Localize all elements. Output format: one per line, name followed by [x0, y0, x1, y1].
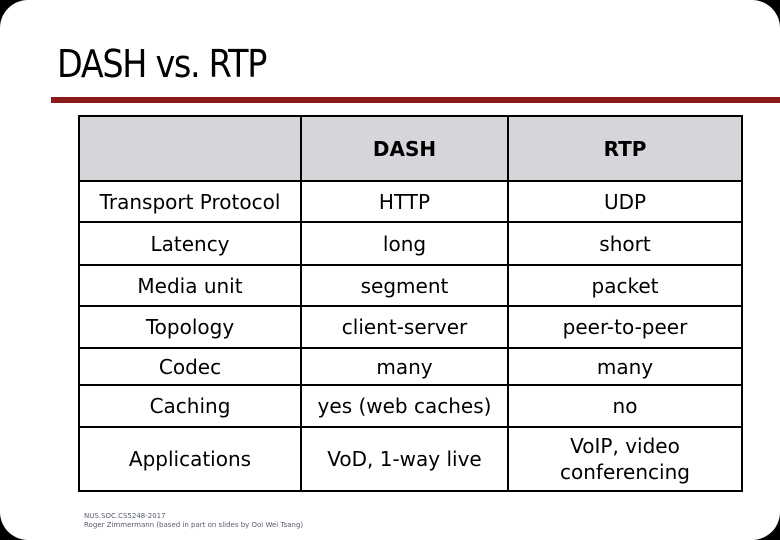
rtp-cell: no — [507, 384, 743, 428]
table-row: Codec many many — [78, 347, 743, 386]
rtp-cell: short — [507, 221, 743, 266]
row-label: Latency — [78, 221, 302, 266]
rtp-cell: UDP — [507, 180, 743, 223]
rtp-cell: packet — [507, 264, 743, 307]
slide: DASH vs. RTP DASH RTP Transport Protocol… — [0, 0, 780, 540]
footer-credit: Roger Zimmermann (based in part on slide… — [84, 521, 304, 529]
rtp-cell: many — [507, 347, 743, 386]
header-cell-empty — [78, 115, 302, 182]
dash-cell: segment — [300, 264, 509, 307]
slide-title: DASH vs. RTP — [57, 42, 267, 86]
row-label: Topology — [78, 305, 302, 349]
row-label: Applications — [78, 426, 302, 492]
table-row: Topology client-server peer-to-peer — [78, 305, 743, 349]
dash-cell: long — [300, 221, 509, 266]
header-cell-rtp: RTP — [507, 115, 743, 182]
header-cell-dash: DASH — [300, 115, 509, 182]
row-label: Codec — [78, 347, 302, 386]
table-row: Media unit segment packet — [78, 264, 743, 307]
row-label: Media unit — [78, 264, 302, 307]
dash-cell: VoD, 1-way live — [300, 426, 509, 492]
comparison-table: DASH RTP Transport Protocol HTTP UDP Lat… — [78, 115, 743, 492]
table-row: Transport Protocol HTTP UDP — [78, 180, 743, 223]
dash-cell: yes (web caches) — [300, 384, 509, 428]
table-row: Caching yes (web caches) no — [78, 384, 743, 428]
row-label: Transport Protocol — [78, 180, 302, 223]
footer-course-code: NUS.SOC.CS5248-2017 — [84, 512, 166, 520]
dash-cell: HTTP — [300, 180, 509, 223]
table-row: Applications VoD, 1-way live VoIP, video… — [78, 426, 743, 492]
slide-footer: NUS.SOC.CS5248-2017 Roger Zimmermann (ba… — [84, 512, 303, 530]
dash-cell: many — [300, 347, 509, 386]
row-label: Caching — [78, 384, 302, 428]
rtp-cell: VoIP, video conferencing — [507, 426, 743, 492]
rtp-cell: peer-to-peer — [507, 305, 743, 349]
table-row: Latency long short — [78, 221, 743, 266]
table-header-row: DASH RTP — [78, 115, 743, 182]
dash-cell: client-server — [300, 305, 509, 349]
title-underline-rule — [51, 97, 780, 103]
